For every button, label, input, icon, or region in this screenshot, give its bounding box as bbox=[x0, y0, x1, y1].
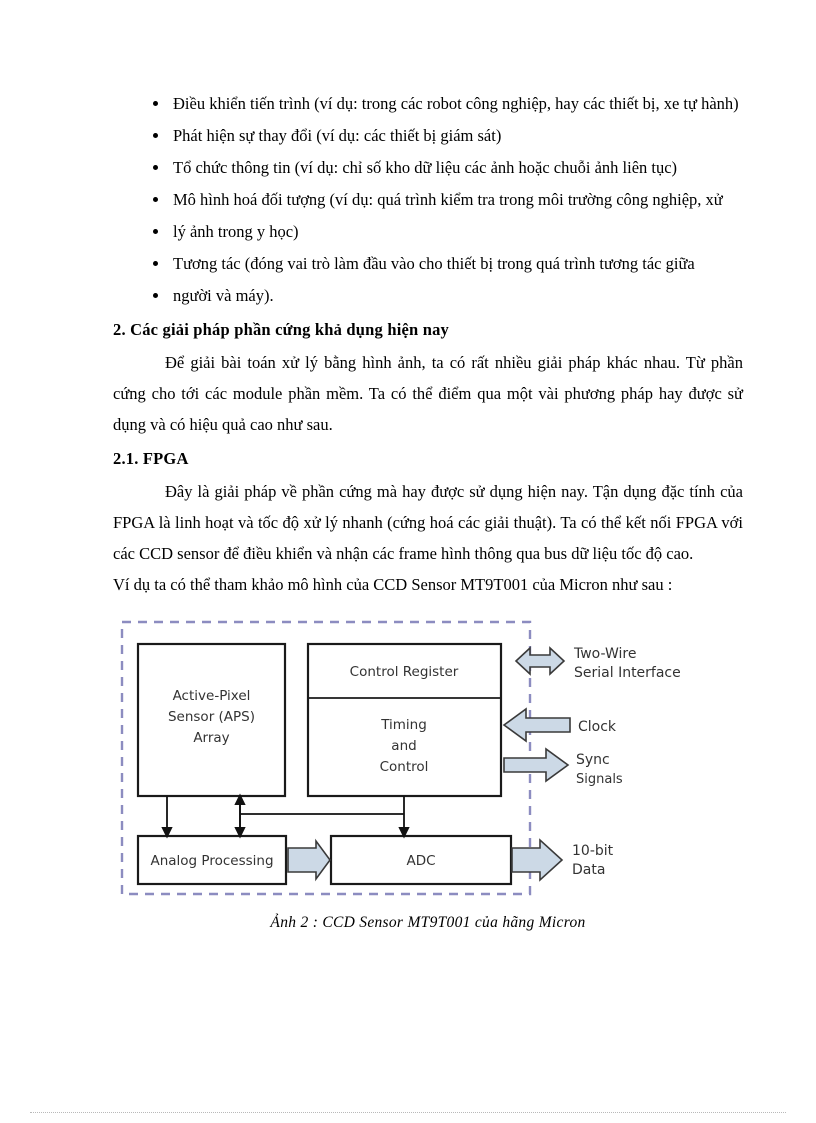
svg-text:Control: Control bbox=[380, 759, 429, 775]
arrow-sync-signals bbox=[503, 747, 570, 783]
subsection-heading: 2.1. FPGA bbox=[113, 449, 189, 468]
block-active-pixel-sensor: Active-Pixel Sensor (APS) Array bbox=[136, 642, 287, 798]
svg-text:Control Register: Control Register bbox=[350, 664, 459, 680]
list-item: lý ảnh trong y học) bbox=[113, 216, 743, 247]
list-item: Mô hình hoá đối tượng (ví dụ: quá trình … bbox=[113, 184, 743, 215]
block-adc: ADC bbox=[329, 834, 513, 886]
block-control-register-timing: Control Register Timing and Control bbox=[306, 642, 503, 798]
bullet-dot-icon bbox=[153, 261, 158, 266]
bullet-dot-icon bbox=[153, 229, 158, 234]
svg-text:Analog Processing: Analog Processing bbox=[150, 853, 273, 869]
list-item-label: Tổ chức thông tin (ví dụ: chỉ số kho dữ … bbox=[173, 158, 678, 177]
arrow-analog-to-adc bbox=[287, 838, 331, 882]
svg-text:Array: Array bbox=[193, 730, 229, 746]
list-item-label: Mô hình hoá đối tượng (ví dụ: quá trình … bbox=[173, 190, 723, 209]
svg-text:Active-Pixel: Active-Pixel bbox=[173, 688, 251, 704]
label-data-line2: Data bbox=[572, 862, 605, 878]
bullet-dot-icon bbox=[153, 165, 158, 170]
list-item-label: Điều khiển tiến trình (ví dụ: trong các … bbox=[173, 94, 739, 113]
arrow-clock bbox=[502, 707, 571, 743]
arrow-10bit-data bbox=[511, 838, 564, 882]
list-item: người và máy). bbox=[113, 280, 743, 311]
list-item: Phát hiện sự thay đổi (ví dụ: các thiết … bbox=[113, 120, 743, 151]
label-data-line1: 10-bit bbox=[572, 843, 614, 859]
list-item: Tổ chức thông tin (ví dụ: chỉ số kho dữ … bbox=[113, 152, 743, 183]
svg-text:and: and bbox=[391, 738, 416, 754]
subsection-paragraph: Đây là giải pháp về phần cứng mà hay đượ… bbox=[113, 482, 743, 563]
figure-caption: Ảnh 2 : CCD Sensor MT9T001 của hãng Micr… bbox=[270, 914, 586, 931]
label-clock: Clock bbox=[578, 719, 617, 735]
arrow-two-wire-serial-interface bbox=[514, 646, 566, 676]
label-sync-line2: Signals bbox=[576, 772, 623, 787]
section-heading: 2. Các giải pháp phần cứng khả dụng hiện… bbox=[113, 320, 449, 339]
list-item-label: Tương tác (đóng vai trò làm đầu vào cho … bbox=[173, 254, 695, 273]
label-sync-line1: Sync bbox=[576, 752, 610, 768]
list-item: Điều khiển tiến trình (ví dụ: trong các … bbox=[113, 88, 743, 119]
bullet-dot-icon bbox=[153, 197, 158, 202]
footer-divider bbox=[30, 1112, 786, 1113]
bullet-dot-icon bbox=[153, 293, 158, 298]
figure-intro-text: Ví dụ ta có thể tham khảo mô hình của CC… bbox=[113, 575, 673, 594]
label-two-wire-line1: Two-Wire bbox=[573, 646, 636, 662]
label-two-wire-line2: Serial Interface bbox=[574, 665, 681, 681]
bullet-list: Điều khiển tiến trình (ví dụ: trong các … bbox=[113, 88, 743, 311]
page-content: Điều khiển tiến trình (ví dụ: trong các … bbox=[113, 88, 743, 932]
bullet-dot-icon bbox=[153, 133, 158, 138]
document-page: Điều khiển tiến trình (ví dụ: trong các … bbox=[0, 0, 816, 1123]
list-item: Tương tác (đóng vai trò làm đầu vào cho … bbox=[113, 248, 743, 279]
list-item-label: lý ảnh trong y học) bbox=[173, 222, 299, 241]
section-paragraph: Để giải bài toán xử lý bằng hình ảnh, ta… bbox=[113, 353, 743, 434]
svg-text:ADC: ADC bbox=[406, 853, 435, 869]
bullet-dot-icon bbox=[153, 101, 158, 106]
list-item-label: Phát hiện sự thay đổi (ví dụ: các thiết … bbox=[173, 126, 502, 145]
svg-text:Timing: Timing bbox=[380, 717, 427, 733]
block-analog-processing: Analog Processing bbox=[136, 834, 288, 886]
internal-wires bbox=[161, 793, 410, 839]
figure-ccd-sensor-block-diagram: .blk { fill: #ffffff; stroke: #1a1a1a; s… bbox=[113, 608, 743, 908]
svg-text:Sensor (APS): Sensor (APS) bbox=[168, 709, 255, 725]
list-item-label: người và máy). bbox=[173, 286, 274, 305]
